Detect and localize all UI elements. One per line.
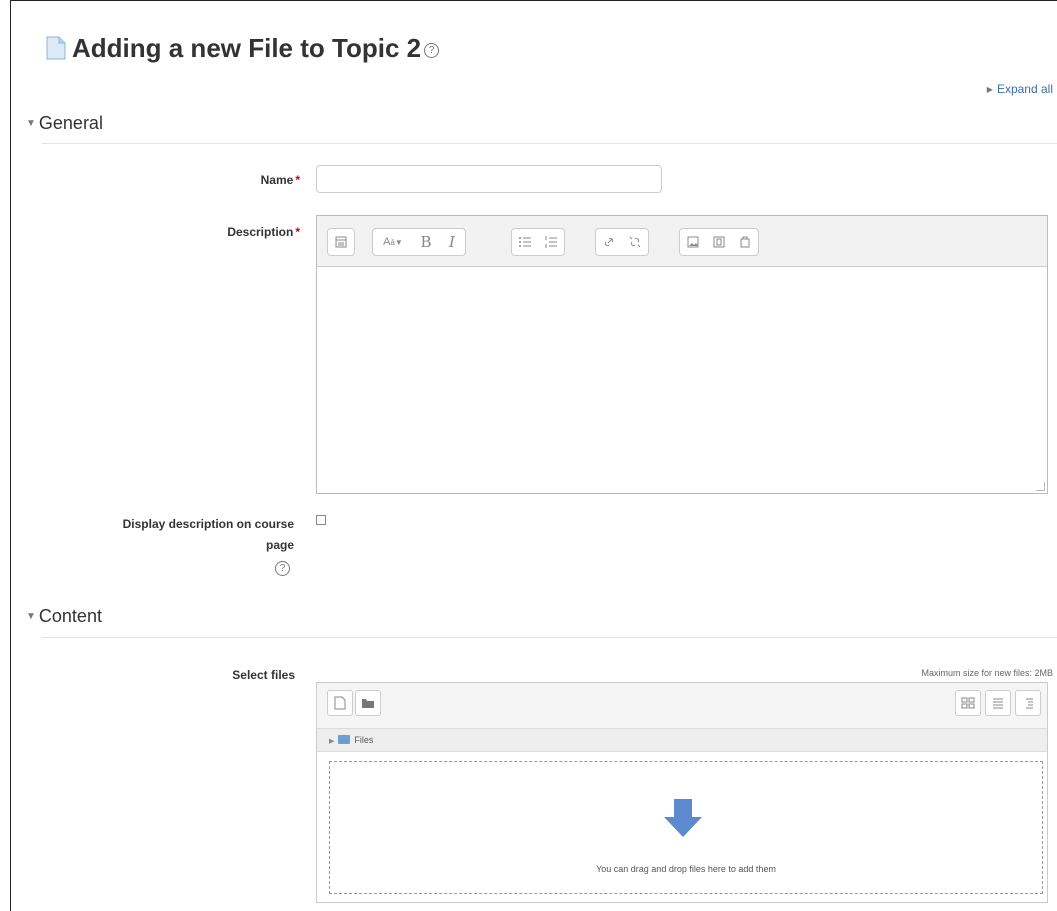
manage-files-icon[interactable] [732, 229, 758, 255]
toolbar-group-lists [511, 228, 565, 256]
toolbar-group-text: Aā▼ B I [372, 228, 466, 256]
style-glyph: A [383, 236, 391, 248]
view-tree-icon[interactable] [1015, 690, 1041, 716]
ordered-list-icon[interactable] [538, 229, 564, 255]
view-list-icon[interactable] [985, 690, 1011, 716]
file-drop-zone[interactable]: You can drag and drop files here to add … [329, 761, 1043, 894]
page-title: Adding a new File to Topic 2? [46, 32, 440, 67]
help-icon[interactable]: ? [424, 42, 440, 58]
folder-icon [338, 735, 351, 744]
section-divider [42, 143, 1057, 144]
toolbar-group-links [595, 228, 649, 256]
section-general-label: General [38, 113, 103, 133]
display-description-label: Display description on course page ? [60, 514, 294, 579]
description-editor: Aā▼ B I [316, 215, 1048, 494]
page-title-text: Adding a new File to Topic 2 [72, 33, 422, 63]
file-path-bar: ▶ Files [317, 728, 1047, 752]
drop-zone-text: You can drag and drop files here to add … [596, 864, 776, 874]
path-folder-label[interactable]: Files [354, 735, 373, 745]
description-label-text: Description [227, 225, 294, 239]
resize-handle[interactable] [1036, 482, 1045, 491]
style-icon[interactable]: Aā▼ [373, 229, 413, 255]
editor-toolbar: Aā▼ B I [317, 216, 1047, 267]
section-divider [42, 637, 1057, 638]
name-label: Name * [100, 173, 300, 187]
add-file-icon[interactable] [327, 690, 353, 716]
file-icon [46, 35, 66, 67]
max-size-note: Maximum size for new files: 2MB [921, 668, 1053, 678]
file-manager: ▶ Files You can drag and drop files here … [316, 682, 1048, 903]
view-icons-icon[interactable] [955, 690, 981, 716]
unordered-list-icon[interactable] [512, 229, 538, 255]
description-textarea[interactable] [317, 267, 1047, 493]
create-folder-icon[interactable] [355, 690, 381, 716]
select-files-label: Select files [232, 668, 295, 682]
name-label-text: Name [260, 173, 294, 187]
collapse-caret-icon: ▼ [26, 611, 36, 622]
required-marker: * [295, 225, 300, 239]
display-description-label-line2: page [265, 538, 294, 552]
section-general-toggle[interactable]: ▼ General [26, 113, 103, 134]
italic-icon[interactable]: I [439, 229, 465, 255]
unlink-icon[interactable] [622, 229, 648, 255]
bold-glyph: B [420, 233, 432, 251]
expand-all-link[interactable]: ▶ Expand all [987, 82, 1053, 96]
collapse-caret-icon: ▼ [26, 118, 36, 129]
expand-triangle-icon: ▶ [986, 85, 993, 94]
display-description-label-line1: Display description on course [122, 517, 294, 531]
expand-all-label: Expand all [996, 82, 1053, 96]
section-content-toggle[interactable]: ▼ Content [26, 606, 102, 627]
download-arrow-icon [664, 799, 702, 837]
bold-icon[interactable]: B [413, 229, 439, 255]
media-icon[interactable] [706, 229, 732, 255]
required-marker: * [295, 173, 300, 187]
toolbar-group-media [679, 228, 759, 256]
name-input[interactable] [316, 165, 662, 193]
section-content-label: Content [38, 606, 102, 626]
description-label: Description * [100, 225, 300, 239]
collapse-icon[interactable] [328, 229, 354, 255]
toolbar-group-collapse [327, 228, 355, 256]
expand-triangle-icon[interactable]: ▶ [329, 738, 334, 745]
link-icon[interactable] [596, 229, 622, 255]
italic-glyph: I [449, 233, 455, 251]
image-icon[interactable] [680, 229, 706, 255]
display-description-checkbox[interactable] [316, 515, 326, 525]
help-icon[interactable]: ? [275, 561, 290, 577]
file-manager-toolbar [317, 683, 1047, 728]
